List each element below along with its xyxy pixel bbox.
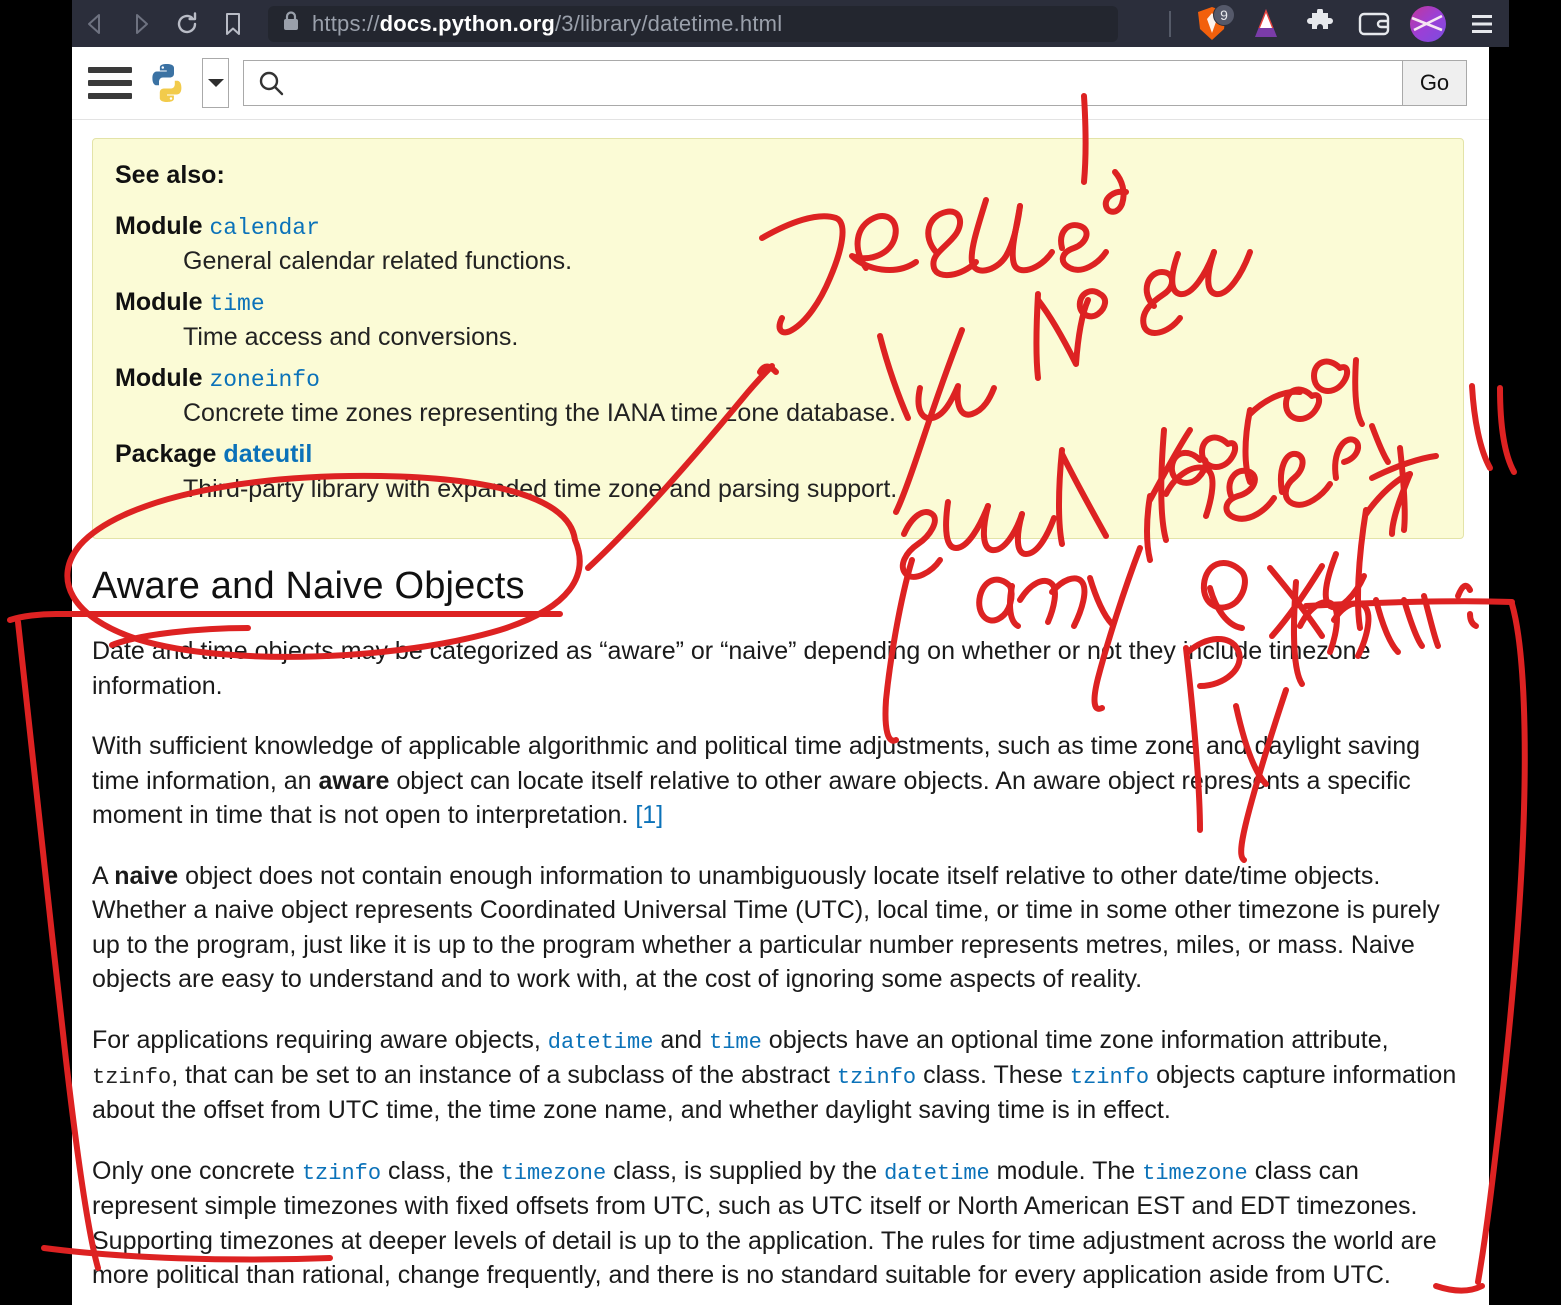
code-timezone-1[interactable]: timezone — [501, 1161, 607, 1186]
footnote-link-1[interactable]: [1] — [635, 801, 663, 829]
version-select-dropdown[interactable] — [202, 58, 229, 108]
see-also-entry-head: Package dateutil — [115, 440, 1441, 469]
lock-icon — [282, 10, 300, 37]
see-also-desc: Third-party library with expanded time z… — [183, 475, 898, 503]
chevron-down-icon — [207, 79, 224, 87]
tzinfo-text-4: , that can be set to an instance of a su… — [171, 1060, 837, 1089]
tzinfo-text-5: class. These — [916, 1060, 1070, 1089]
chrome-right-padding — [1509, 0, 1561, 47]
see-also-entry: Package dateutil Third-party library wit… — [115, 440, 1441, 504]
timezone-text-4: module. The — [989, 1156, 1143, 1185]
brave-shields-icon[interactable]: 9 — [1185, 0, 1239, 47]
address-bar[interactable]: https://docs.python.org/3/library/dateti… — [268, 5, 1118, 42]
code-tzinfo-objects[interactable]: tzinfo — [1070, 1065, 1149, 1090]
see-also-package-link[interactable]: dateutil — [223, 440, 312, 468]
see-also-entry-head: Module time — [115, 288, 1441, 317]
go-button[interactable]: Go — [1402, 61, 1466, 105]
forward-arrow-icon[interactable] — [118, 0, 164, 47]
see-also-admonition: See also: Module calendar General calend… — [92, 138, 1464, 539]
paragraph-timezone: Only one concrete tzinfo class, the time… — [92, 1154, 1464, 1293]
tzinfo-text-3: objects have an optional time zone infor… — [761, 1025, 1389, 1054]
profile-avatar-icon[interactable] — [1401, 0, 1455, 47]
docs-site-header: Go — [72, 47, 1489, 120]
see-also-desc: Concrete time zones representing the IAN… — [183, 399, 896, 427]
wallet-icon[interactable] — [1347, 0, 1401, 47]
code-tzinfo-class[interactable]: tzinfo — [837, 1065, 916, 1090]
timezone-text-3: class, is supplied by the — [606, 1156, 885, 1185]
code-time[interactable]: time — [709, 1030, 762, 1055]
tzinfo-text-2: and — [653, 1025, 710, 1054]
see-also-desc: General calendar related functions. — [183, 247, 573, 275]
back-arrow-icon[interactable] — [72, 0, 118, 47]
python-logo-icon[interactable] — [146, 62, 188, 104]
search-input[interactable] — [298, 61, 1402, 105]
url-path: /3/library/datetime.html — [554, 10, 783, 36]
doc-content: See also: Module calendar General calend… — [72, 120, 1489, 1305]
web-page: Go See also: Module calendar General cal… — [72, 47, 1489, 1305]
browser-toolbar: https://docs.python.org/3/library/dateti… — [0, 0, 1561, 47]
see-also-entry: Module calendar General calendar related… — [115, 212, 1441, 276]
url-scheme: https:// — [312, 10, 380, 36]
see-also-title: See also: — [115, 161, 225, 189]
hamburger-menu-icon[interactable] — [88, 67, 132, 99]
see-also-entry-head: Module calendar — [115, 212, 1441, 241]
see-also-entry-head: Module zoneinfo — [115, 364, 1441, 393]
timezone-text-2: class, the — [381, 1156, 501, 1185]
paragraph-naive-part2: object does not contain enough informati… — [92, 861, 1440, 994]
paragraph-definition: Date and time objects may be categorized… — [92, 637, 1371, 700]
code-tzinfo-attr: tzinfo — [92, 1064, 172, 1090]
see-also-module-link[interactable]: time — [209, 291, 264, 317]
code-datetime-module[interactable]: datetime — [884, 1161, 990, 1186]
paragraph-aware: With sufficient knowledge of applicable … — [92, 729, 1464, 833]
search-icon — [244, 61, 298, 105]
see-also-kind: Module — [115, 212, 203, 240]
tzinfo-text-1: For applications requiring aware objects… — [92, 1025, 548, 1054]
see-also-module-link[interactable]: zoneinfo — [209, 367, 319, 393]
see-also-kind: Package — [115, 440, 217, 468]
see-also-desc: Time access and conversions. — [183, 323, 519, 351]
brave-rewards-icon[interactable] — [1239, 0, 1293, 47]
shields-badge-count: 9 — [1213, 4, 1235, 26]
code-datetime[interactable]: datetime — [548, 1030, 654, 1055]
timezone-text-1: Only one concrete — [92, 1156, 302, 1185]
reload-icon[interactable] — [164, 0, 210, 47]
paragraph-tzinfo: For applications requiring aware objects… — [92, 1023, 1464, 1128]
see-also-entry: Module time Time access and conversions. — [115, 288, 1441, 352]
term-naive: naive — [114, 861, 179, 890]
address-bar-url: https://docs.python.org/3/library/dateti… — [312, 11, 782, 37]
docs-search-box[interactable]: Go — [243, 60, 1467, 106]
code-timezone-2[interactable]: timezone — [1142, 1161, 1248, 1186]
see-also-kind: Module — [115, 364, 203, 392]
extensions-puzzle-icon[interactable] — [1293, 0, 1347, 47]
term-aware: aware — [318, 766, 390, 795]
code-tzinfo[interactable]: tzinfo — [302, 1161, 381, 1186]
see-also-module-link[interactable]: calendar — [209, 215, 319, 241]
page-title: Aware and Naive Objects — [92, 565, 525, 607]
see-also-kind: Module — [115, 288, 203, 316]
bookmark-icon[interactable] — [210, 0, 256, 47]
toolbar-divider — [1169, 10, 1171, 37]
paragraph-naive-part1: A — [92, 861, 115, 890]
chrome-left-padding — [0, 0, 72, 47]
url-host: docs.python.org — [379, 10, 555, 36]
browser-actions: 9 — [1159, 0, 1561, 47]
see-also-entry: Module zoneinfo Concrete time zones repr… — [115, 364, 1441, 428]
paragraph-naive: A naive object does not contain enough i… — [92, 859, 1464, 997]
browser-menu-icon[interactable] — [1455, 0, 1509, 47]
